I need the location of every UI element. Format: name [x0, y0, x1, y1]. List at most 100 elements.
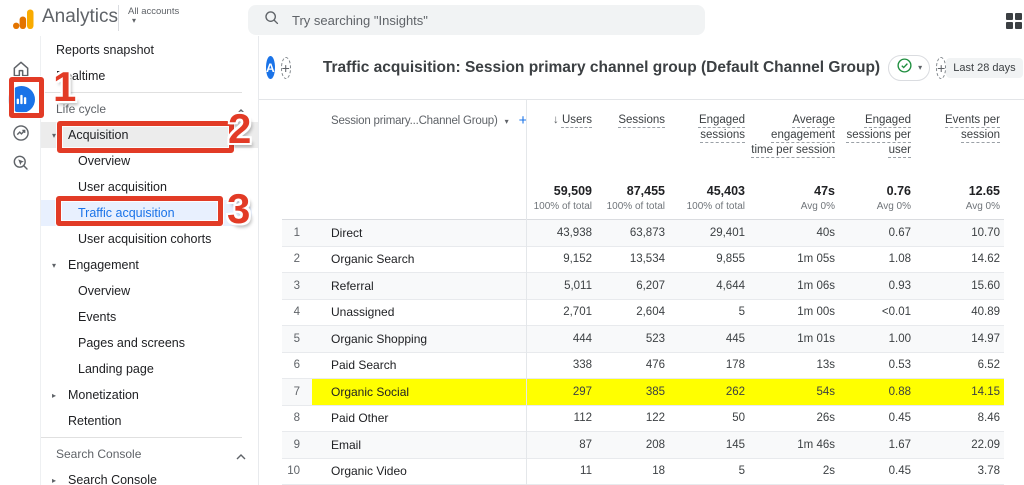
- metric-value: 8.46: [977, 412, 1000, 425]
- column-header-engaged-sessions-per-user[interactable]: Engaged sessions per user 0.76 Avg 0%: [839, 100, 915, 219]
- metric-value: 1.67: [839, 432, 915, 458]
- metric-value: 338: [572, 359, 592, 372]
- column-total-value: 45,403: [706, 184, 745, 198]
- metric-value: 5,011: [526, 273, 596, 299]
- metric-value: 13,534: [629, 253, 665, 266]
- column-header-average-engagement-time-per-session[interactable]: Average engagement time per session 47s Av…: [749, 100, 839, 219]
- chevron-right-icon[interactable]: ▸: [52, 391, 56, 400]
- metric-value: 523: [596, 326, 669, 352]
- column-header-text: Sessions: [618, 114, 665, 126]
- channel-name: Organic Video: [331, 464, 407, 479]
- metric-value: 14.62: [971, 253, 1000, 266]
- sidebar-item-traffic-acquisition[interactable]: Traffic acquisition: [41, 200, 252, 226]
- metric-value: 0.45: [888, 412, 911, 425]
- table-row-organic-social: 7 Organic Social 297 385 262 54s 0.88 14.15: [282, 379, 1004, 406]
- nav-divider: [41, 437, 242, 438]
- column-totals: 12.65 Avg 0%: [915, 184, 1000, 212]
- sidebar-item-realtime[interactable]: Realtime: [41, 63, 258, 89]
- add-comparison-button[interactable]: +: [280, 56, 291, 79]
- chevron-down-icon: ▾: [504, 117, 509, 126]
- account-switcher[interactable]: All accounts ▾: [128, 6, 179, 25]
- column-total-value: 59,509: [553, 184, 592, 198]
- dimension-header-label: Session primary...Channel Group): [331, 115, 498, 127]
- metric-value: 122: [645, 412, 665, 425]
- table-body: 1 Direct 43,938 63,873 29,401 40s 0.67 10.70 2 Or…: [282, 220, 1004, 485]
- sidebar-item-label: Overview: [78, 154, 131, 168]
- sidebar-item-search-console[interactable]: ▸ Search Console: [41, 467, 258, 485]
- metric-value: 0.93: [839, 273, 915, 299]
- column-header-events-per-session[interactable]: Events per session 12.65 Avg 0%: [915, 100, 1004, 219]
- column-header-label: Events per session: [915, 113, 1000, 143]
- sidebar-item-retention[interactable]: Retention: [41, 408, 258, 434]
- sidebar-item-life-cycle[interactable]: Life cycle: [41, 96, 258, 122]
- metric-value: 4,644: [669, 273, 749, 299]
- channel-name: Organic Social: [312, 379, 526, 405]
- column-header-engaged-sessions[interactable]: Engaged sessions 45,403 100% of total: [669, 100, 749, 219]
- table-row-organic-video: 10 Organic Video 11 18 5 2s 0.45 3.78: [282, 458, 1004, 485]
- home-icon[interactable]: [10, 58, 32, 80]
- sidebar-item-acquisition[interactable]: ▾ Acquisition: [41, 122, 258, 148]
- metric-value: 5: [738, 306, 745, 319]
- sidebar-item-overview[interactable]: Overview: [41, 148, 258, 174]
- sidebar-item-label: Search Console: [56, 447, 142, 461]
- google-apps-grid-icon[interactable]: [1006, 13, 1024, 29]
- metric-value: 43,938: [526, 220, 596, 246]
- metric-value: 9,855: [716, 253, 745, 266]
- table-row-paid-other: 8 Paid Other 112 122 50 26s 0.45 8.46: [282, 405, 1004, 432]
- sidebar-item-search-console[interactable]: Search Console: [41, 441, 258, 467]
- chevron-right-icon[interactable]: ▸: [52, 476, 56, 485]
- metric-value: 297: [526, 379, 596, 405]
- metric-value: 262: [669, 379, 749, 405]
- sidebar-item-label: Life cycle: [56, 102, 107, 116]
- column-header-users[interactable]: ↓ Users 59,509 100% of total: [526, 100, 596, 219]
- table-row-unassigned: 4 Unassigned 2,701 2,604 5 1m 00s <0.01 40.89: [282, 299, 1004, 326]
- top-bar: Analytics All accounts ▾ Try searching "…: [0, 0, 1024, 36]
- table-row-organic-search: 2 Organic Search 9,152 13,534 9,855 1m 05s 1.0…: [282, 246, 1004, 273]
- add-report-button[interactable]: +: [936, 56, 947, 79]
- sidebar-item-label: Traffic acquisition: [78, 206, 175, 220]
- left-icon-rail: [0, 36, 41, 485]
- sidebar-item-overview[interactable]: Overview: [41, 278, 258, 304]
- reports-icon[interactable]: [8, 86, 35, 113]
- column-total-subtext: 100% of total: [533, 201, 592, 212]
- sidebar-item-user-acquisition-cohorts[interactable]: User acquisition cohorts: [41, 226, 258, 252]
- sidebar-item-label: Reports snapshot: [56, 43, 154, 57]
- sidebar-item-label: User acquisition: [78, 180, 167, 194]
- metric-value: 50: [732, 412, 745, 425]
- sidebar-item-user-acquisition[interactable]: User acquisition: [41, 174, 258, 200]
- page-title: Traffic acquisition: Session primary cha…: [322, 58, 881, 76]
- table-row-direct: 1 Direct 43,938 63,873 29,401 40s 0.67 10.70: [282, 220, 1004, 247]
- chevron-down-icon[interactable]: ▾: [52, 131, 56, 140]
- search-input[interactable]: Try searching "Insights": [248, 5, 705, 35]
- metric-value: 0.67: [839, 220, 915, 246]
- avatar[interactable]: A: [266, 56, 275, 79]
- dimension-header-dropdown[interactable]: Session primary...Channel Group) ▾ +: [282, 100, 527, 219]
- sidebar-item-label: Overview: [78, 284, 131, 298]
- sidebar-item-monetization[interactable]: ▸ Monetization: [41, 382, 258, 408]
- sidebar-item-reports-snapshot[interactable]: Reports snapshot: [41, 37, 258, 63]
- metric-value: 11: [580, 465, 592, 478]
- column-header-text: Events per session: [945, 114, 1000, 141]
- chevron-up-icon[interactable]: [236, 449, 246, 463]
- google-analytics-logo-icon[interactable]: [12, 7, 36, 36]
- sidebar-item-events[interactable]: Events: [41, 304, 258, 330]
- chevron-down-icon[interactable]: ▾: [52, 261, 56, 270]
- date-range-picker[interactable]: Last 28 days: [946, 57, 1023, 78]
- sidebar-item-label: User acquisition cohorts: [78, 232, 212, 246]
- column-totals: 45,403 100% of total: [669, 184, 745, 212]
- metric-value: 1m 01s: [749, 326, 839, 352]
- row-number: 2: [293, 253, 300, 266]
- advertising-icon[interactable]: [10, 122, 32, 144]
- column-header-sessions[interactable]: Sessions 87,455 100% of total: [596, 100, 669, 219]
- metric-value: 6,207: [596, 273, 669, 299]
- chevron-down-icon: ▾: [918, 63, 923, 72]
- sidebar-item-engagement[interactable]: ▾ Engagement: [41, 252, 258, 278]
- sidebar-item-landing-page[interactable]: Landing page: [41, 356, 258, 382]
- table-header-row: Session primary...Channel Group) ▾ + ↓ U…: [282, 100, 1004, 220]
- metric-value: 18: [652, 465, 665, 478]
- sidebar-item-pages-and-screens[interactable]: Pages and screens: [41, 330, 258, 356]
- report-status-dropdown[interactable]: ▾: [888, 54, 931, 81]
- column-total-subtext: Avg 0%: [876, 201, 911, 212]
- chevron-up-icon[interactable]: [236, 104, 246, 118]
- explore-icon[interactable]: [10, 152, 32, 174]
